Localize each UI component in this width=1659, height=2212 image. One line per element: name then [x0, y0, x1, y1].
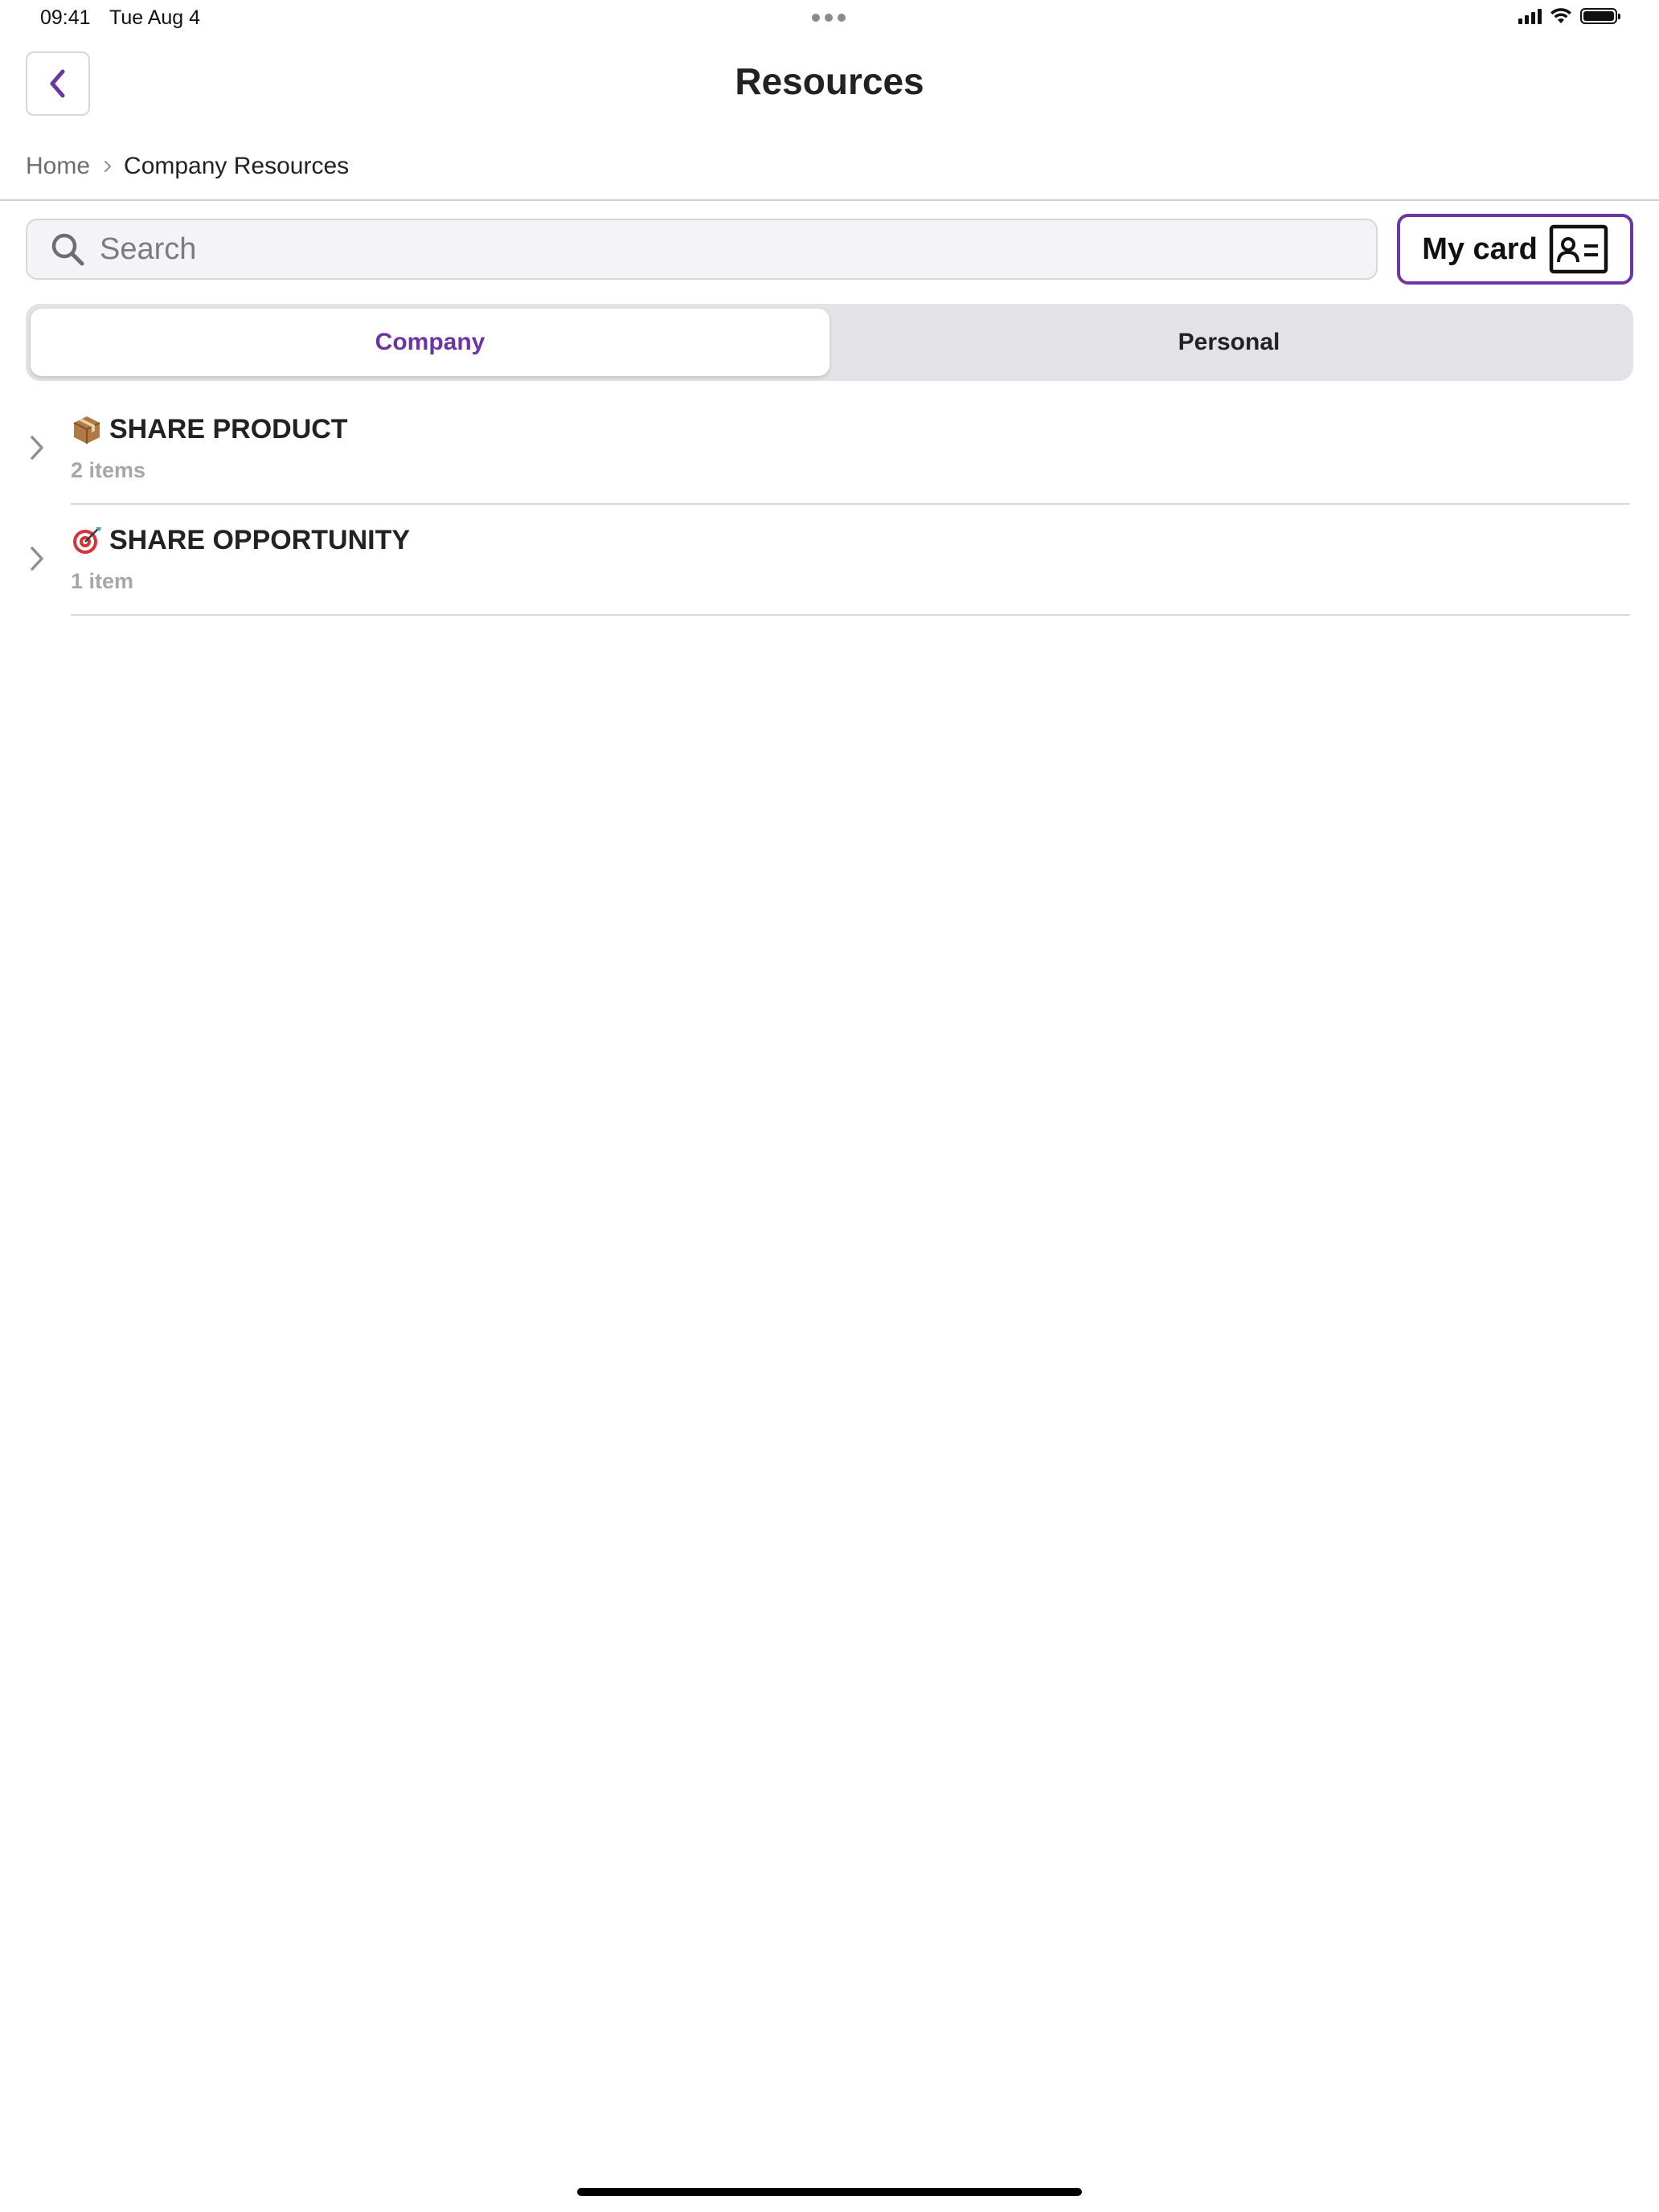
multitasking-dots-icon[interactable]	[812, 14, 846, 22]
item-count: 2 items	[71, 458, 146, 482]
divider	[71, 614, 1630, 616]
header-divider	[0, 199, 1659, 201]
status-icons	[1518, 8, 1620, 24]
status-bar: 09:41 Tue Aug 4	[0, 0, 1659, 39]
segmented-control: Company Personal	[26, 304, 1633, 381]
my-card-label: My card	[1422, 231, 1538, 266]
item-title: SHARE PRODUCT	[71, 413, 348, 445]
status-time: 09:41	[40, 6, 91, 29]
page-title: Resources	[735, 60, 924, 102]
item-title-label: SHARE OPPORTUNITY	[109, 524, 411, 555]
home-indicator[interactable]	[577, 2188, 1082, 2196]
chevron-right-icon	[103, 158, 113, 174]
cellular-signal-icon	[1518, 8, 1542, 24]
package-icon	[71, 413, 103, 445]
item-title-label: SHARE PRODUCT	[109, 413, 348, 444]
chevron-right-icon[interactable]	[29, 545, 45, 572]
breadcrumb: Home Company Resources	[26, 153, 349, 180]
breadcrumb-home[interactable]: Home	[26, 153, 90, 180]
contact-card-icon	[1549, 224, 1608, 274]
tab-company[interactable]: Company	[31, 309, 830, 376]
search-field[interactable]	[26, 219, 1378, 280]
resource-list: SHARE PRODUCT 2 items SHARE OPPORTUNITY …	[0, 394, 1659, 616]
list-item[interactable]: SHARE OPPORTUNITY 1 item	[0, 505, 1659, 616]
search-icon	[50, 231, 85, 267]
tab-personal[interactable]: Personal	[830, 309, 1628, 376]
item-title: SHARE OPPORTUNITY	[71, 524, 410, 556]
status-date: Tue Aug 4	[109, 6, 201, 29]
breadcrumb-current: Company Resources	[124, 153, 350, 179]
battery-icon	[1580, 8, 1620, 24]
my-card-button[interactable]: My card	[1397, 214, 1633, 285]
chevron-right-icon[interactable]	[29, 434, 45, 461]
wifi-icon	[1550, 8, 1571, 23]
target-icon	[71, 524, 103, 556]
item-count: 1 item	[71, 569, 134, 593]
list-item[interactable]: SHARE PRODUCT 2 items	[0, 394, 1659, 505]
search-input[interactable]	[98, 219, 1376, 279]
